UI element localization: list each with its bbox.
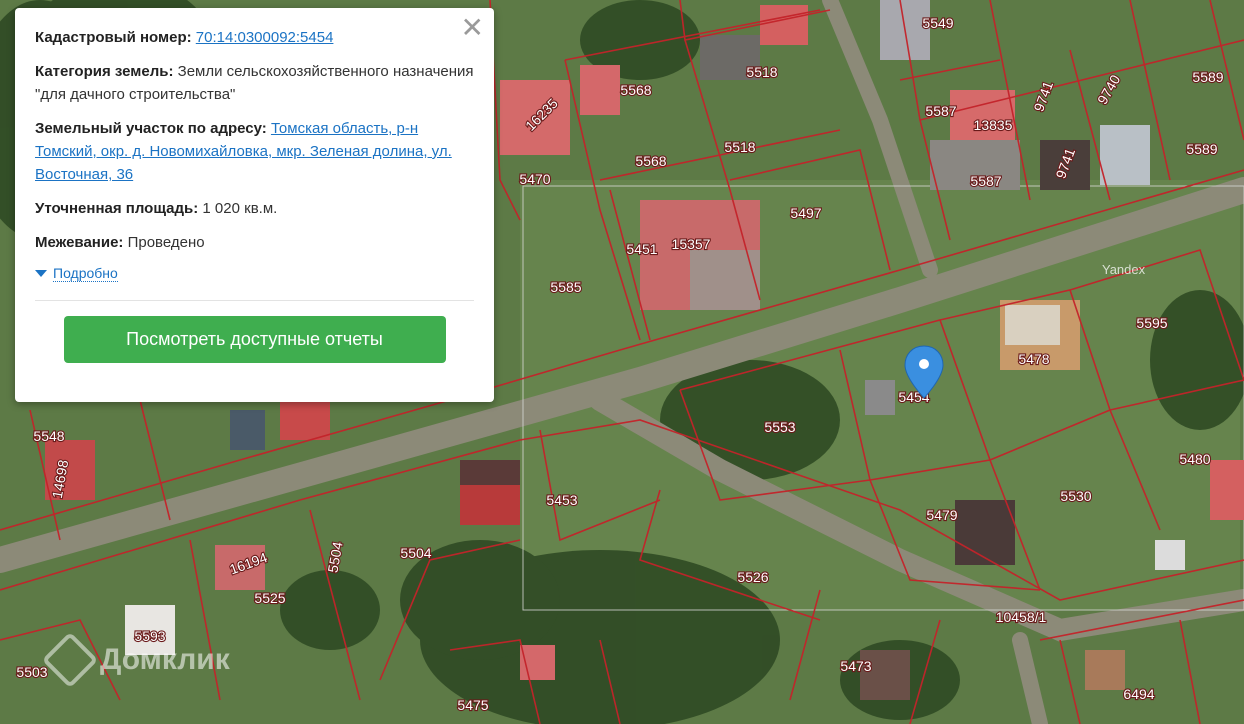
land-category-row: Категория земель: Земли сельскохозяйстве… — [35, 60, 474, 106]
area-label: Уточненная площадь: — [35, 200, 199, 217]
parcel-number-label: 5530 — [1060, 488, 1091, 504]
survey-label: Межевание: — [35, 234, 124, 251]
triangle-down-icon — [35, 270, 47, 277]
parcel-number-label: 5587 — [925, 103, 956, 119]
parcel-number-label: 6494 — [1123, 686, 1154, 702]
parcel-number-label: 5526 — [737, 569, 768, 585]
parcel-number-label: 5451 — [626, 241, 657, 257]
details-label: Подробно — [53, 265, 118, 282]
parcel-number-label: 10458/1 — [996, 609, 1047, 625]
parcel-number-label: 5587 — [970, 173, 1001, 189]
close-icon[interactable]: ✕ — [461, 14, 484, 42]
parcel-number-label: 5568 — [635, 153, 666, 169]
parcel-number-label: 5479 — [926, 507, 957, 523]
land-category-value: Земли сельскохозяйственного назначения — [177, 63, 474, 80]
area-row: Уточненная площадь: 1 020 кв.м. — [35, 197, 474, 220]
domclick-watermark: Домклик — [41, 631, 230, 689]
parcel-number-label: 5589 — [1186, 141, 1217, 157]
parcel-number-label: 5585 — [550, 279, 581, 295]
divider — [35, 300, 474, 301]
parcel-number-label: 5497 — [790, 205, 821, 221]
parcel-number-label: 5504 — [400, 545, 431, 561]
parcel-number-label: 5453 — [546, 492, 577, 508]
land-purpose-value: "для дачного строительства" — [35, 86, 236, 103]
address-label: Земельный участок по адресу: — [35, 120, 267, 137]
parcel-number-label: 5470 — [519, 171, 550, 187]
cadastral-number-row: Кадастровый номер: 70:14:0300092:5454 — [35, 26, 474, 49]
watermark-text: Домклик — [100, 643, 230, 676]
map-provider-label: Yandex — [1102, 262, 1146, 277]
parcel-number-label: 5518 — [746, 64, 777, 80]
parcel-number-label: 5475 — [457, 697, 488, 713]
area-value: 1 020 кв.м. — [202, 200, 278, 217]
parcel-number-label: 5549 — [922, 15, 953, 31]
land-category-label: Категория земель: — [35, 63, 174, 80]
parcel-number-label: 5478 — [1018, 351, 1049, 367]
parcel-number-label: 5553 — [764, 419, 795, 435]
cadastral-number-label: Кадастровый номер: — [35, 29, 192, 46]
parcel-number-label: 13835 — [974, 117, 1013, 133]
address-row: Земельный участок по адресу: Томская обл… — [35, 117, 474, 186]
survey-value: Проведено — [127, 234, 205, 251]
details-toggle[interactable]: Подробно — [35, 265, 474, 282]
view-reports-button[interactable]: Посмотреть доступные отчеты — [63, 316, 446, 363]
parcel-number-label: 5548 — [33, 428, 64, 444]
parcel-number-label: 5589 — [1192, 69, 1223, 85]
parcel-number-label: 5518 — [724, 139, 755, 155]
parcel-number-label: 15357 — [672, 236, 711, 252]
parcel-number-label: 5480 — [1179, 451, 1210, 467]
parcel-number-label: 5525 — [254, 590, 285, 606]
parcel-number-label: 5473 — [840, 658, 871, 674]
domclick-logo-icon — [41, 631, 99, 689]
cadastral-number-link[interactable]: 70:14:0300092:5454 — [196, 29, 334, 46]
parcel-info-popup: ✕ Кадастровый номер: 70:14:0300092:5454 … — [15, 8, 494, 402]
parcel-number-label: 5568 — [620, 82, 651, 98]
parcel-number-label: 5595 — [1136, 315, 1167, 331]
parcel-number-label: 5503 — [16, 664, 47, 680]
survey-row: Межевание: Проведено — [35, 231, 474, 254]
